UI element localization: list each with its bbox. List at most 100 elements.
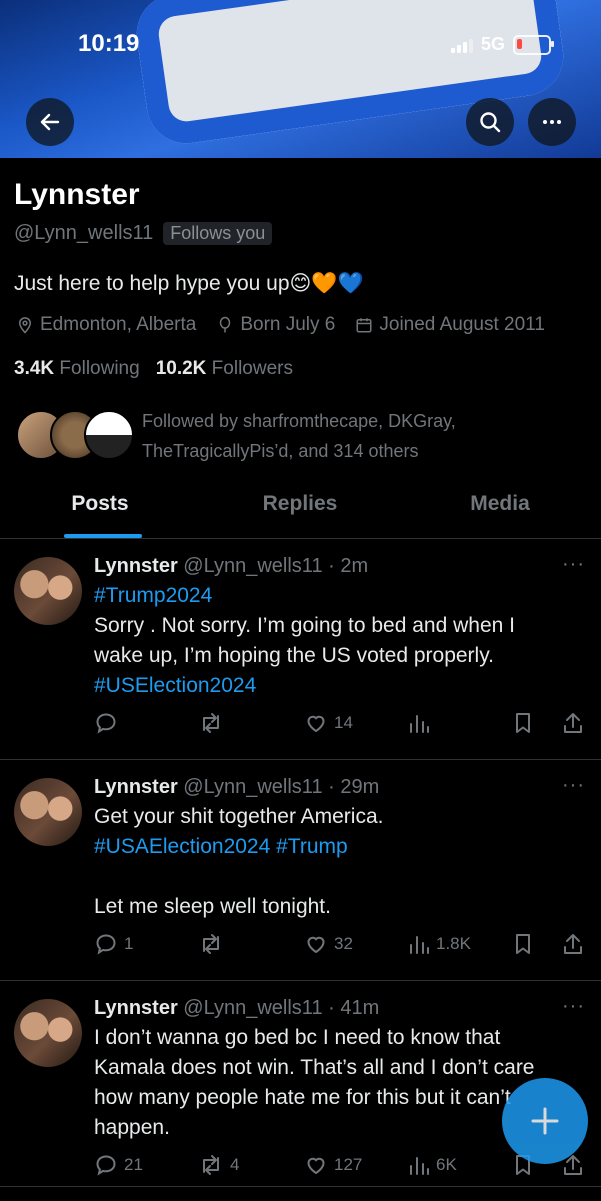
reply-icon	[94, 1153, 118, 1177]
reply-button[interactable]: 1	[94, 932, 133, 956]
views-button[interactable]: 6K	[408, 1153, 457, 1177]
share-icon	[562, 711, 584, 735]
post-actions: 14	[94, 711, 587, 741]
views-button[interactable]: 1.8K	[408, 932, 471, 956]
like-icon	[304, 711, 328, 735]
like-icon	[304, 1153, 328, 1177]
avatar	[84, 410, 134, 460]
birthday-item: Born July 6	[216, 314, 335, 336]
followed-by-section[interactable]: Followed by sharfromthecape, DKGray, The…	[16, 406, 591, 462]
like-count: 14	[334, 713, 353, 732]
search-icon	[480, 112, 501, 133]
search-button[interactable]	[466, 98, 514, 146]
profile-meta: Edmonton, Alberta Born July 6 Joined Aug…	[16, 314, 545, 336]
tab-media[interactable]: Media	[400, 480, 600, 538]
like-button[interactable]: 32	[304, 932, 353, 956]
share-button[interactable]	[562, 932, 584, 956]
post-author: Lynnster	[94, 776, 178, 798]
balloon-icon	[220, 316, 231, 333]
bookmark-icon	[512, 932, 534, 956]
reply-button[interactable]: 21	[94, 1153, 143, 1177]
bookmark-icon	[512, 711, 534, 735]
post-hashtag-line[interactable]: #USElection2024	[94, 671, 585, 701]
avatar[interactable]	[14, 778, 82, 846]
status-indicators: 5G	[450, 34, 554, 55]
post[interactable]: ··· Lynnster @Lynn_wells11 · 41m I don’t…	[0, 981, 601, 1201]
followers-count: 10.2K	[155, 358, 207, 379]
bookmark-button[interactable]	[512, 711, 534, 735]
follower-avatars	[16, 410, 134, 462]
post[interactable]: ··· Lynnster @Lynn_wells11 · 29m Get you…	[0, 760, 601, 981]
reply-button[interactable]	[94, 711, 118, 735]
repost-count: 4	[230, 1155, 240, 1174]
post-body: Lynnster @Lynn_wells11 · 2m #Trump2024 So…	[94, 551, 585, 701]
reply-count: 21	[124, 1155, 143, 1174]
reply-icon	[94, 932, 118, 956]
location-pin-icon	[18, 317, 32, 334]
repost-button[interactable]: 4	[198, 1153, 239, 1177]
post-text-line: Let me sleep well tonight.	[94, 895, 331, 918]
views-button[interactable]	[408, 711, 430, 735]
post-text-line: I don’t wanna go bed bc I need to know t…	[94, 1026, 501, 1049]
repost-icon	[198, 1153, 224, 1177]
share-button[interactable]	[562, 711, 584, 735]
post[interactable]: ··· Lynnster @Lynn_wells11 · 2m #Trump20…	[0, 539, 601, 760]
repost-button[interactable]	[198, 711, 224, 735]
post-hashtag-line[interactable]: #Trump2024	[94, 581, 585, 611]
bottom-nav-bar	[0, 1186, 601, 1201]
followers-link[interactable]: 10.2K Followers	[156, 358, 293, 380]
location-item: Edmonton, Alberta	[16, 314, 196, 336]
repost-icon	[198, 711, 224, 735]
reply-icon	[94, 711, 118, 735]
reply-count: 1	[124, 934, 134, 953]
follow-stats: 3.4K Following 10.2K Followers	[14, 358, 293, 380]
avatar[interactable]	[14, 557, 82, 625]
more-horizontal-icon	[543, 120, 561, 124]
profile-banner[interactable]	[0, 0, 601, 158]
network-label: 5G	[480, 34, 505, 54]
avatar[interactable]	[14, 999, 82, 1067]
post-text-line: Kamala does not win. That’s all and I do…	[94, 1056, 535, 1079]
followed-by-line: Followed by sharfromthecape, DKGray,	[142, 411, 456, 431]
joined-text: Joined August 2011	[379, 314, 545, 335]
post-hashtag-line[interactable]: #USAElection2024 #Trump	[94, 832, 585, 862]
followers-label: Followers	[211, 358, 293, 379]
more-options-button[interactable]	[528, 98, 576, 146]
follows-you-badge: Follows you	[163, 222, 273, 245]
post-text: Get your shit together America. #USAElect…	[94, 802, 585, 922]
post-text-line	[94, 862, 585, 892]
compose-button[interactable]	[502, 1078, 588, 1164]
post-meta: @Lynn_wells11 · 29m	[183, 776, 380, 798]
views-icon	[408, 932, 430, 956]
like-icon	[304, 932, 328, 956]
followed-by-text: Followed by sharfromthecape, DKGray, The…	[142, 406, 562, 466]
following-link[interactable]: 3.4K Following	[14, 358, 140, 380]
post-text-line: Sorry . Not sorry. I’m going to bed and …	[94, 614, 515, 637]
tab-replies[interactable]: Replies	[200, 480, 400, 538]
like-count: 127	[334, 1155, 363, 1174]
calendar-icon	[356, 318, 372, 333]
location-text: Edmonton, Alberta	[40, 314, 197, 335]
post-text: #Trump2024 Sorry . Not sorry. I’m going t…	[94, 581, 585, 701]
handle-row: @Lynn_wells11 Follows you	[14, 222, 273, 245]
following-label: Following	[59, 358, 140, 379]
profile-name: Lynnster	[14, 178, 140, 211]
followed-by-line: TheTragicallyPis’d, and 314 others	[142, 441, 419, 461]
post-text-line: wake up, I’m hoping the US voted properl…	[94, 644, 494, 667]
repost-button[interactable]	[198, 932, 224, 956]
tab-posts[interactable]: Posts	[0, 480, 200, 538]
battery-icon	[513, 34, 554, 55]
bookmark-button[interactable]	[512, 932, 534, 956]
post-actions: 21 4 127 6K	[94, 1153, 587, 1183]
like-button[interactable]: 127	[304, 1153, 362, 1177]
views-icon	[408, 1153, 430, 1177]
profile-handle: @Lynn_wells11	[14, 222, 154, 244]
post-body: Lynnster @Lynn_wells11 · 29m Get your sh…	[94, 772, 585, 922]
back-button[interactable]	[26, 98, 74, 146]
plus-icon	[531, 1107, 559, 1135]
joined-item: Joined August 2011	[355, 314, 545, 336]
post-author: Lynnster	[94, 997, 178, 1019]
post-header: Lynnster @Lynn_wells11 · 41m	[94, 993, 585, 1023]
like-button[interactable]: 14	[304, 711, 353, 735]
birthday-text: Born July 6	[240, 314, 336, 335]
